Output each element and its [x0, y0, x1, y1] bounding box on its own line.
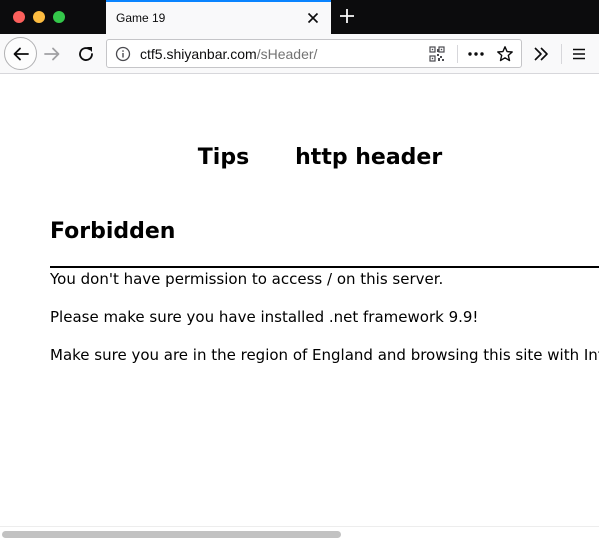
message-framework: Please make sure you have installed .net…	[50, 308, 479, 326]
tips-heading: Tips http header	[197, 145, 443, 170]
page-title: Forbidden	[50, 219, 176, 244]
close-icon[interactable]	[305, 10, 321, 26]
more-horizontal-icon[interactable]	[467, 46, 485, 62]
window-close-button[interactable]	[13, 11, 25, 23]
window-maximize-button[interactable]	[53, 11, 65, 23]
back-button[interactable]	[4, 37, 37, 70]
tab-strip: Game 19	[0, 0, 599, 34]
scrollbar-thumb[interactable]	[2, 531, 341, 538]
plus-icon[interactable]	[338, 7, 356, 25]
window-minimize-button[interactable]	[33, 11, 45, 23]
message-region: Make sure you are in the region of Engla…	[50, 346, 599, 364]
hamburger-icon[interactable]	[570, 45, 588, 63]
urlbar-divider	[457, 45, 458, 63]
url-path: /sHeader/	[256, 46, 318, 62]
url-text[interactable]: ctf5.shiyanbar.com/sHeader/	[140, 46, 317, 62]
divider	[50, 266, 599, 268]
page-content: Tips http header Forbidden You don't hav…	[0, 75, 599, 526]
qr-code-icon[interactable]	[429, 46, 445, 62]
message-permission: You don't have permission to access / on…	[50, 270, 444, 288]
forward-button[interactable]	[43, 45, 61, 63]
star-icon[interactable]	[496, 45, 514, 63]
browser-window: Game 19 ctf5.shiyanbar.com/sHeader/ Tips…	[0, 0, 599, 541]
arrow-left-icon	[13, 47, 29, 61]
toolbar-divider	[561, 44, 562, 64]
reload-icon	[79, 47, 93, 61]
arrow-right-icon	[44, 47, 60, 61]
url-host: ctf5.shiyanbar.com	[140, 46, 257, 62]
reload-button[interactable]	[77, 45, 95, 63]
double-chevron-right-icon[interactable]	[532, 45, 550, 63]
address-bar[interactable]: ctf5.shiyanbar.com/sHeader/	[106, 39, 522, 68]
horizontal-scrollbar[interactable]	[0, 526, 599, 541]
tab-active[interactable]: Game 19	[106, 0, 331, 34]
info-icon[interactable]	[115, 46, 131, 62]
tab-title: Game 19	[116, 11, 166, 25]
navigation-toolbar: ctf5.shiyanbar.com/sHeader/	[0, 34, 599, 74]
